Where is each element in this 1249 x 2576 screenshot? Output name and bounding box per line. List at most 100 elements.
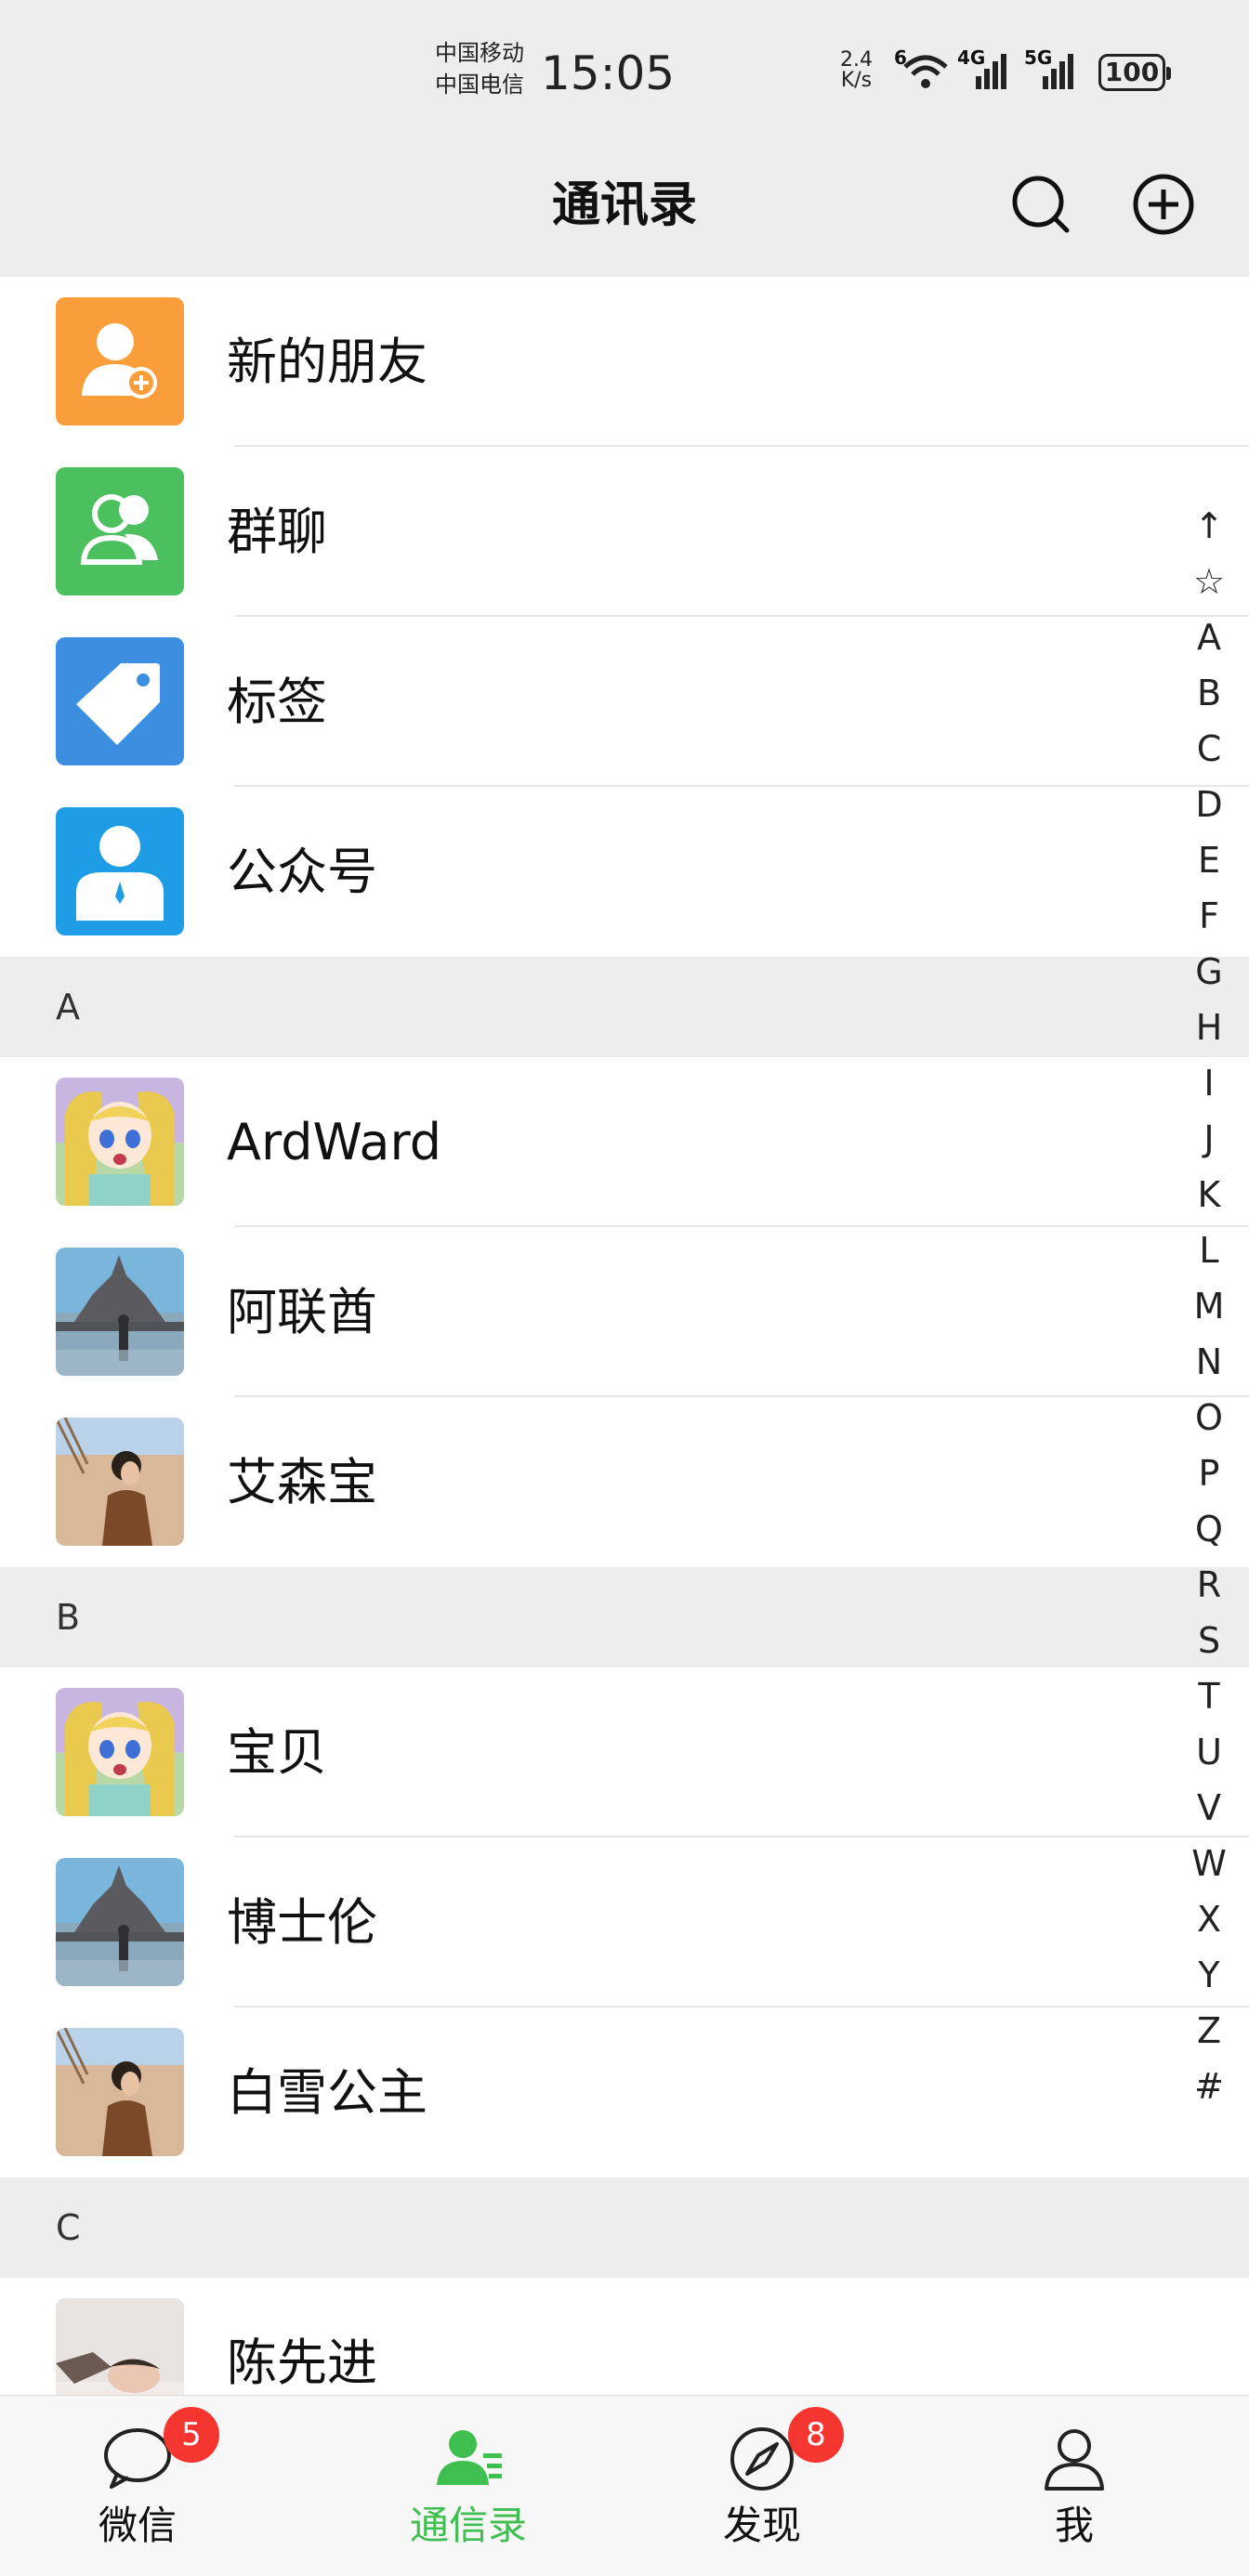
alpha-index-item[interactable]: Z xyxy=(1177,2003,1242,2059)
official-account-icon xyxy=(56,807,184,935)
alphabet-index[interactable]: ↑ ☆ A B C D E F G H I J K L M N O P Q R S T U V W X Y Z # xyxy=(1177,498,1242,2114)
alpha-index-item[interactable]: # xyxy=(1177,2059,1242,2114)
contact-list[interactable]: 新的朋友 群聊 标签 公众号 A ArdWard 阿联酋 艾森宝 B 宝贝 博士… xyxy=(0,277,1249,2395)
tags-item[interactable]: 标签 xyxy=(0,617,1249,787)
tab-contacts-label: 通信录 xyxy=(409,2503,527,2548)
sim2-label: 5G xyxy=(1024,46,1053,69)
new-friends-label: 新的朋友 xyxy=(227,333,427,391)
tab-discover-label: 发现 xyxy=(722,2503,801,2548)
alpha-index-item[interactable]: A xyxy=(1177,609,1242,665)
alpha-index-item[interactable]: ☆ xyxy=(1177,554,1242,609)
contact-name: 阿联酋 xyxy=(227,1283,377,1341)
alpha-index-item[interactable]: O xyxy=(1177,1390,1242,1445)
group-chats-item[interactable]: 群聊 xyxy=(0,447,1249,617)
official-accounts-item[interactable]: 公众号 xyxy=(0,787,1249,957)
contact-item[interactable]: 白雪公主 xyxy=(0,2007,1249,2177)
status-time: 15:05 xyxy=(541,46,676,100)
network-speed: 2.4 K/s xyxy=(840,50,873,91)
alpha-index-item[interactable]: M xyxy=(1177,1278,1242,1334)
contacts-icon xyxy=(437,2430,502,2485)
add-friend-icon xyxy=(56,297,184,425)
alpha-index-item[interactable]: ↑ xyxy=(1177,498,1242,554)
carrier-2: 中国电信 xyxy=(435,72,524,98)
alpha-index-item[interactable]: B xyxy=(1177,665,1242,721)
tab-me-label: 我 xyxy=(1054,2503,1094,2548)
alpha-index-item[interactable]: R xyxy=(1177,1557,1242,1613)
contact-item[interactable]: 陈先进 xyxy=(0,2278,1249,2395)
contact-name: 艾森宝 xyxy=(227,1453,377,1511)
alpha-index-item[interactable]: D xyxy=(1177,777,1242,832)
contact-item[interactable]: ArdWard xyxy=(0,1057,1249,1227)
new-friends-item[interactable]: 新的朋友 xyxy=(0,277,1249,447)
official-accounts-label: 公众号 xyxy=(227,843,377,901)
tab-discover[interactable]: 发现 8 xyxy=(669,2396,855,2576)
man-wall-photo-avatar xyxy=(56,1418,184,1546)
contact-item[interactable]: 艾森宝 xyxy=(0,1397,1249,1567)
contact-item[interactable]: 阿联酋 xyxy=(0,1227,1249,1397)
search-icon xyxy=(1012,176,1070,233)
alpha-index-item[interactable]: V xyxy=(1177,1780,1242,1836)
section-header-b: B xyxy=(0,1567,1249,1667)
contact-name: 博士伦 xyxy=(227,1893,377,1952)
contact-name: 白雪公主 xyxy=(227,2063,427,2122)
alpha-index-item[interactable]: J xyxy=(1177,1111,1242,1167)
wifi-label: 6 xyxy=(894,46,907,69)
alpha-index-item[interactable]: N xyxy=(1177,1334,1242,1390)
alpha-index-item[interactable]: W xyxy=(1177,1836,1242,1891)
section-header-a: A xyxy=(0,957,1249,1057)
alpha-index-item[interactable]: L xyxy=(1177,1223,1242,1278)
carrier-labels: 中国移动 中国电信 xyxy=(435,37,524,100)
alpha-index-item[interactable]: X xyxy=(1177,1891,1242,1947)
anime-girl-avatar xyxy=(56,1688,184,1816)
tab-chats-label: 微信 xyxy=(98,2503,177,2548)
section-letter: A xyxy=(56,987,80,1027)
add-button[interactable] xyxy=(1126,167,1201,242)
tags-label: 标签 xyxy=(227,673,327,731)
network-speed-value: 2.4 xyxy=(840,48,873,72)
tab-chats[interactable]: 微信 5 xyxy=(45,2396,230,2576)
alpha-index-item[interactable]: T xyxy=(1177,1668,1242,1724)
alpha-index-item[interactable]: C xyxy=(1177,721,1242,777)
signal-sim1-icon: 4G xyxy=(957,46,1009,93)
contact-name: ArdWard xyxy=(227,1113,442,1171)
alpha-index-item[interactable]: H xyxy=(1177,1000,1242,1055)
alpha-index-item[interactable]: K xyxy=(1177,1167,1242,1223)
carrier-1: 中国移动 xyxy=(435,40,524,66)
bottom-tab-bar: 微信 5 通信录 发现 8 我 xyxy=(0,2395,1249,2576)
anime-girl-avatar xyxy=(56,1078,184,1206)
castle-photo-avatar xyxy=(56,1858,184,1986)
alpha-index-item[interactable]: Q xyxy=(1177,1501,1242,1557)
alpha-index-item[interactable]: P xyxy=(1177,1445,1242,1501)
alpha-index-item[interactable]: I xyxy=(1177,1055,1242,1111)
unread-badge: 8 xyxy=(788,2407,844,2463)
search-button[interactable] xyxy=(1004,167,1078,242)
sim1-label: 4G xyxy=(957,46,986,69)
section-letter: B xyxy=(56,1597,81,1638)
alpha-index-item[interactable]: U xyxy=(1177,1724,1242,1780)
section-header-c: C xyxy=(0,2177,1249,2278)
castle-photo-avatar xyxy=(56,1248,184,1376)
alpha-index-item[interactable]: G xyxy=(1177,944,1242,1000)
alpha-index-item[interactable]: E xyxy=(1177,832,1242,888)
status-bar: 中国移动 中国电信 15:05 2.4 K/s 6 4G 5G 100 xyxy=(0,0,1249,139)
tab-contacts[interactable]: 通信录 xyxy=(375,2396,561,2576)
contact-item[interactable]: 宝贝 xyxy=(0,1667,1249,1837)
group-chats-label: 群聊 xyxy=(227,503,327,561)
person-icon xyxy=(1045,2429,1104,2491)
sleeping-person-avatar xyxy=(56,2298,184,2395)
section-letter: C xyxy=(56,2207,81,2248)
contact-item[interactable]: 博士伦 xyxy=(0,1837,1249,2007)
contact-name: 陈先进 xyxy=(227,2334,377,2392)
man-wall-photo-avatar xyxy=(56,2028,184,2156)
group-chat-icon xyxy=(56,467,184,595)
alpha-index-item[interactable]: S xyxy=(1177,1613,1242,1668)
tag-icon xyxy=(56,637,184,765)
alpha-index-item[interactable]: Y xyxy=(1177,1947,1242,2003)
wifi-icon: 6 xyxy=(894,46,950,93)
battery-indicator: 100 xyxy=(1098,54,1171,91)
alpha-index-item[interactable]: F xyxy=(1177,888,1242,944)
contact-name: 宝贝 xyxy=(227,1723,327,1782)
network-speed-unit: K/s xyxy=(840,69,873,92)
tab-me[interactable]: 我 xyxy=(981,2396,1167,2576)
top-bar: 通讯录 xyxy=(0,139,1249,277)
